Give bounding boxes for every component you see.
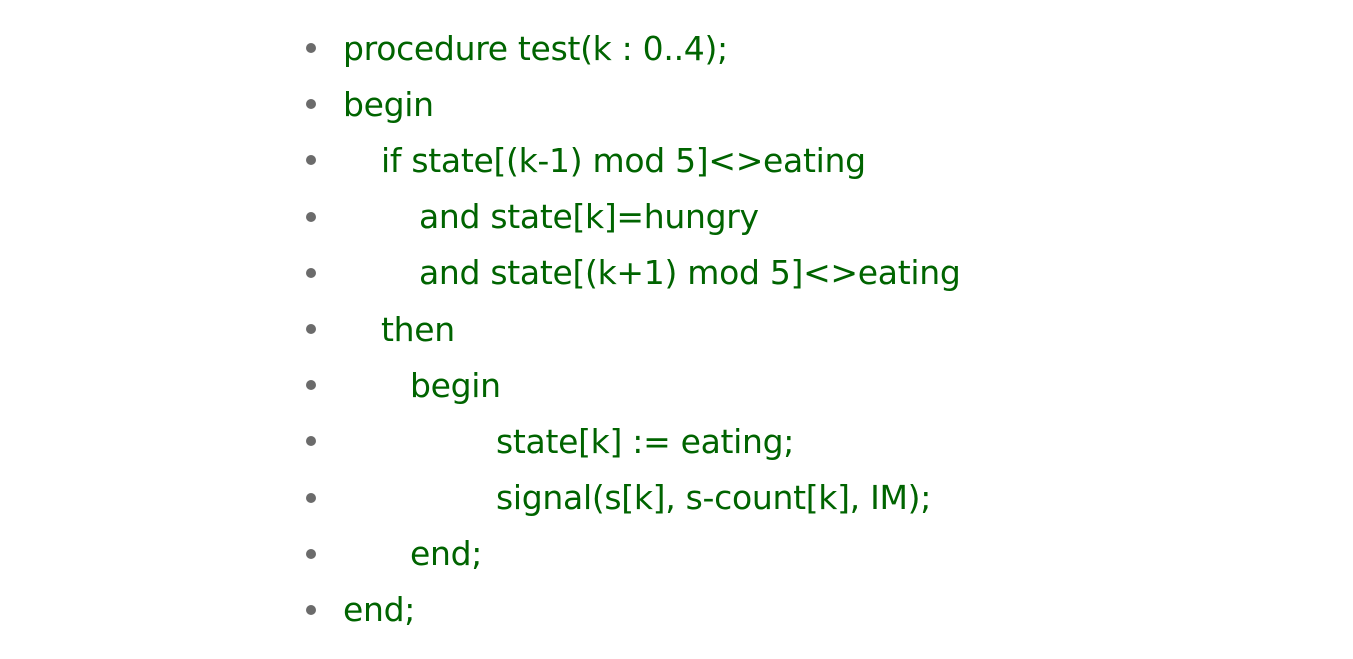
- code-line-text: then: [381, 309, 455, 349]
- code-line-text: begin: [343, 84, 434, 124]
- code-line-text: if state[(k-1) mod 5]<>eating: [381, 140, 866, 180]
- code-line-6: then: [306, 301, 960, 357]
- code-line-7: begin: [306, 357, 960, 413]
- code-line-text: and state[(k+1) mod 5]<>eating: [419, 253, 961, 293]
- bullet-icon: [306, 604, 316, 615]
- code-line-11: end;: [306, 582, 960, 638]
- bullet-icon: [306, 492, 316, 503]
- bullet-icon: [306, 436, 316, 447]
- code-line-2: begin: [306, 76, 960, 132]
- bullet-icon: [306, 267, 316, 278]
- code-line-8: state[k] := eating;: [306, 413, 960, 469]
- code-line-text: begin: [410, 365, 501, 405]
- code-line-1: procedure test(k : 0..4);: [306, 20, 960, 76]
- code-line-text: signal(s[k], s-count[k], IM);: [496, 478, 932, 518]
- bullet-icon: [306, 99, 316, 110]
- bullet-icon: [306, 43, 316, 54]
- code-line-9: signal(s[k], s-count[k], IM);: [306, 470, 960, 526]
- bullet-icon: [306, 548, 316, 559]
- code-line-text: end;: [410, 534, 483, 574]
- code-line-3: if state[(k-1) mod 5]<>eating: [306, 132, 960, 188]
- code-line-5: and state[(k+1) mod 5]<>eating: [306, 245, 961, 301]
- bullet-icon: [306, 155, 316, 166]
- slide: procedure test(k : 0..4); begin if state…: [0, 0, 1353, 659]
- code-listing: procedure test(k : 0..4); begin if state…: [306, 20, 961, 638]
- code-line-10: end;: [306, 526, 960, 582]
- code-line-text: state[k] := eating;: [496, 421, 795, 461]
- bullet-icon: [306, 380, 316, 391]
- code-line-text: procedure test(k : 0..4);: [343, 28, 728, 68]
- bullet-icon: [306, 324, 316, 335]
- code-line-text: end;: [343, 590, 416, 630]
- bullet-icon: [306, 211, 316, 222]
- code-line-4: and state[k]=hungry: [306, 189, 960, 245]
- code-line-text: and state[k]=hungry: [419, 197, 759, 237]
